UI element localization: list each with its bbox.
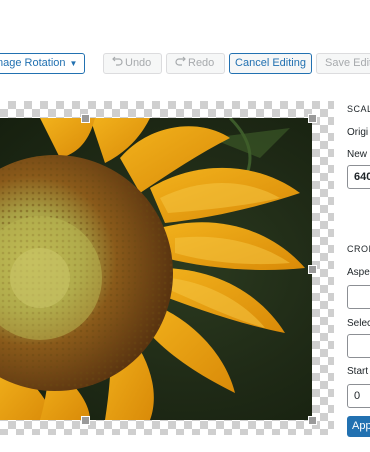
- new-width-input[interactable]: 640: [347, 165, 370, 189]
- image-rotation-dropdown[interactable]: nage Rotation ▼: [0, 53, 85, 74]
- caret-down-icon: ▼: [69, 59, 78, 68]
- selection-label: Selec: [347, 318, 370, 329]
- cancel-editing-button[interactable]: Cancel Editing: [229, 53, 312, 74]
- apply-crop-button[interactable]: Apply: [347, 416, 370, 437]
- redo-button[interactable]: Redo: [166, 53, 225, 74]
- crop-handle-top-middle[interactable]: [81, 114, 90, 123]
- sunflower-image[interactable]: [0, 118, 312, 420]
- redo-icon: [175, 54, 188, 73]
- crop-handle-bottom-middle[interactable]: [81, 416, 90, 425]
- crop-handle-middle-right[interactable]: [308, 265, 317, 274]
- rotation-label: nage Rotation: [0, 57, 66, 69]
- cancel-label: Cancel Editing: [235, 57, 306, 69]
- sunflower-illustration: [0, 118, 305, 420]
- undo-label: Undo: [125, 57, 152, 69]
- undo-button[interactable]: Undo: [103, 53, 162, 74]
- original-dimensions-label: Origi: [347, 127, 369, 138]
- crop-handle-bottom-right[interactable]: [308, 416, 317, 425]
- editor-toolbar: nage Rotation ▼ Undo Redo Cancel Editing …: [0, 0, 370, 90]
- crop-handle-top-right[interactable]: [308, 114, 317, 123]
- crop-heading: CROI: [347, 244, 370, 254]
- start-coordinates-label: Start: [347, 366, 369, 377]
- selection-input[interactable]: [347, 334, 370, 358]
- new-dimensions-label: New: [347, 149, 368, 160]
- aspect-ratio-label: Aspe: [347, 267, 370, 278]
- undo-icon: [112, 54, 125, 73]
- start-x-input[interactable]: 0: [347, 384, 370, 408]
- scale-heading: SCAL: [347, 104, 370, 114]
- aspect-ratio-input[interactable]: [347, 285, 370, 309]
- image-settings-panel: SCAL Origi New 640 CROI Aspe Selec Start…: [347, 0, 370, 452]
- redo-label: Redo: [188, 57, 215, 69]
